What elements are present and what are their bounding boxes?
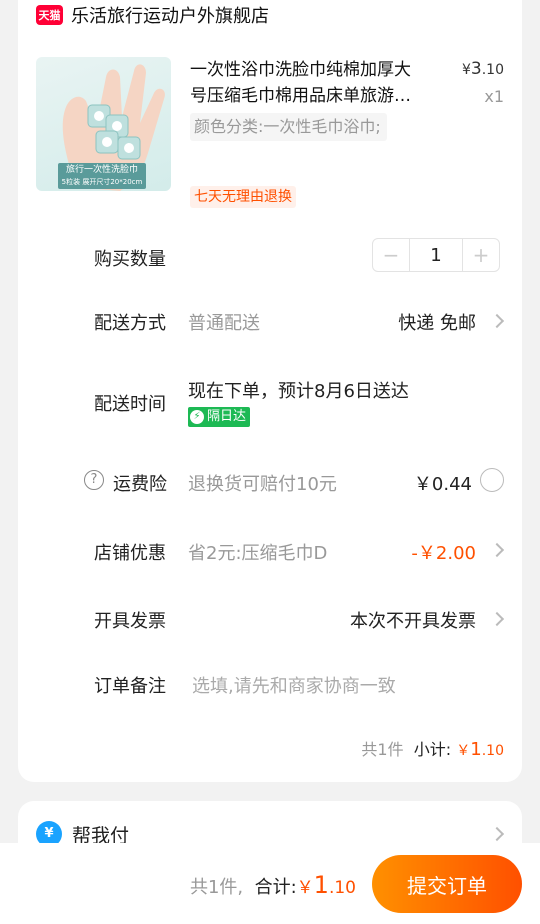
product-title-line1: 一次性浴巾洗脸巾纯棉加厚大 xyxy=(190,60,411,80)
delivery-time-value: 现在下单，预计8月6日送达 xyxy=(188,381,409,402)
quantity-stepper[interactable]: − 1 + xyxy=(372,238,500,272)
checkout-bar: 共1件, 合计:￥1.10 提交订单 xyxy=(0,843,540,924)
shop-header[interactable]: 天猫 乐活旅行运动户外旗舰店 xyxy=(36,0,269,30)
insurance-price: ￥0.44 xyxy=(413,474,472,495)
chevron-right-icon xyxy=(489,542,505,558)
next-day-badge: ⚡ 隔日达 xyxy=(188,407,251,427)
shop-name[interactable]: 乐活旅行运动户外旗舰店 xyxy=(71,2,269,28)
chevron-right-icon xyxy=(489,313,505,329)
refund-tag: 七天无理由退换 xyxy=(190,186,296,208)
product-price: ¥3.10 xyxy=(461,59,504,79)
note-label: 订单备注 xyxy=(94,676,166,697)
chevron-right-icon xyxy=(489,611,505,627)
delivery-method-detail: 快递 免邮 xyxy=(398,313,476,334)
note-input[interactable]: 选填,请先和商家协商一致 xyxy=(192,672,396,698)
order-card: 天猫 乐活旅行运动户外旗舰店 旅行一次性洗脸巾 5粒装 展开尺寸20*20cm … xyxy=(18,0,522,782)
order-total: 共1件, 合计:￥1.10 xyxy=(189,871,356,899)
delivery-time-label: 配送时间 xyxy=(94,394,166,415)
lightning-icon: ⚡ xyxy=(190,410,204,424)
tmall-logo-icon: 天猫 xyxy=(36,5,63,25)
quantity-label: 购买数量 xyxy=(94,249,166,270)
decrease-button[interactable]: − xyxy=(373,239,409,271)
invoice-value: 本次不开具发票 xyxy=(350,611,476,632)
discount-value: 省2元:压缩毛巾D xyxy=(188,543,328,564)
chevron-right-icon xyxy=(489,826,505,842)
increase-button[interactable]: + xyxy=(463,239,499,271)
delivery-method-value: 普通配送 xyxy=(188,313,260,334)
submit-order-button[interactable]: 提交订单 xyxy=(372,855,522,913)
quantity-value[interactable]: 1 xyxy=(409,239,463,271)
help-question-icon[interactable]: ? xyxy=(84,470,104,490)
insurance-value: 退换货可赔付10元 xyxy=(188,474,337,495)
delivery-method-label: 配送方式 xyxy=(94,313,166,334)
product-image-banner: 旅行一次性洗脸巾 5粒装 展开尺寸20*20cm xyxy=(58,163,146,189)
insurance-label: 运费险 xyxy=(113,474,167,495)
product-image[interactable]: 旅行一次性洗脸巾 5粒装 展开尺寸20*20cm xyxy=(36,57,171,191)
discount-amount: -￥2.00 xyxy=(411,543,476,564)
subtotal: 共1件 小计: ￥1.10 xyxy=(361,739,504,760)
product-quantity: x1 xyxy=(484,87,504,106)
invoice-label: 开具发票 xyxy=(94,611,166,632)
insurance-radio[interactable] xyxy=(480,468,504,492)
discount-label: 店铺优惠 xyxy=(94,543,166,564)
product-title-line2: 号压缩毛巾棉用品床单旅游… xyxy=(190,86,411,106)
sku-selector[interactable]: 颜色分类:一次性毛巾浴巾; xyxy=(190,113,387,141)
product-title[interactable]: 一次性浴巾洗脸巾纯棉加厚大 号压缩毛巾棉用品床单旅游… xyxy=(190,57,448,109)
